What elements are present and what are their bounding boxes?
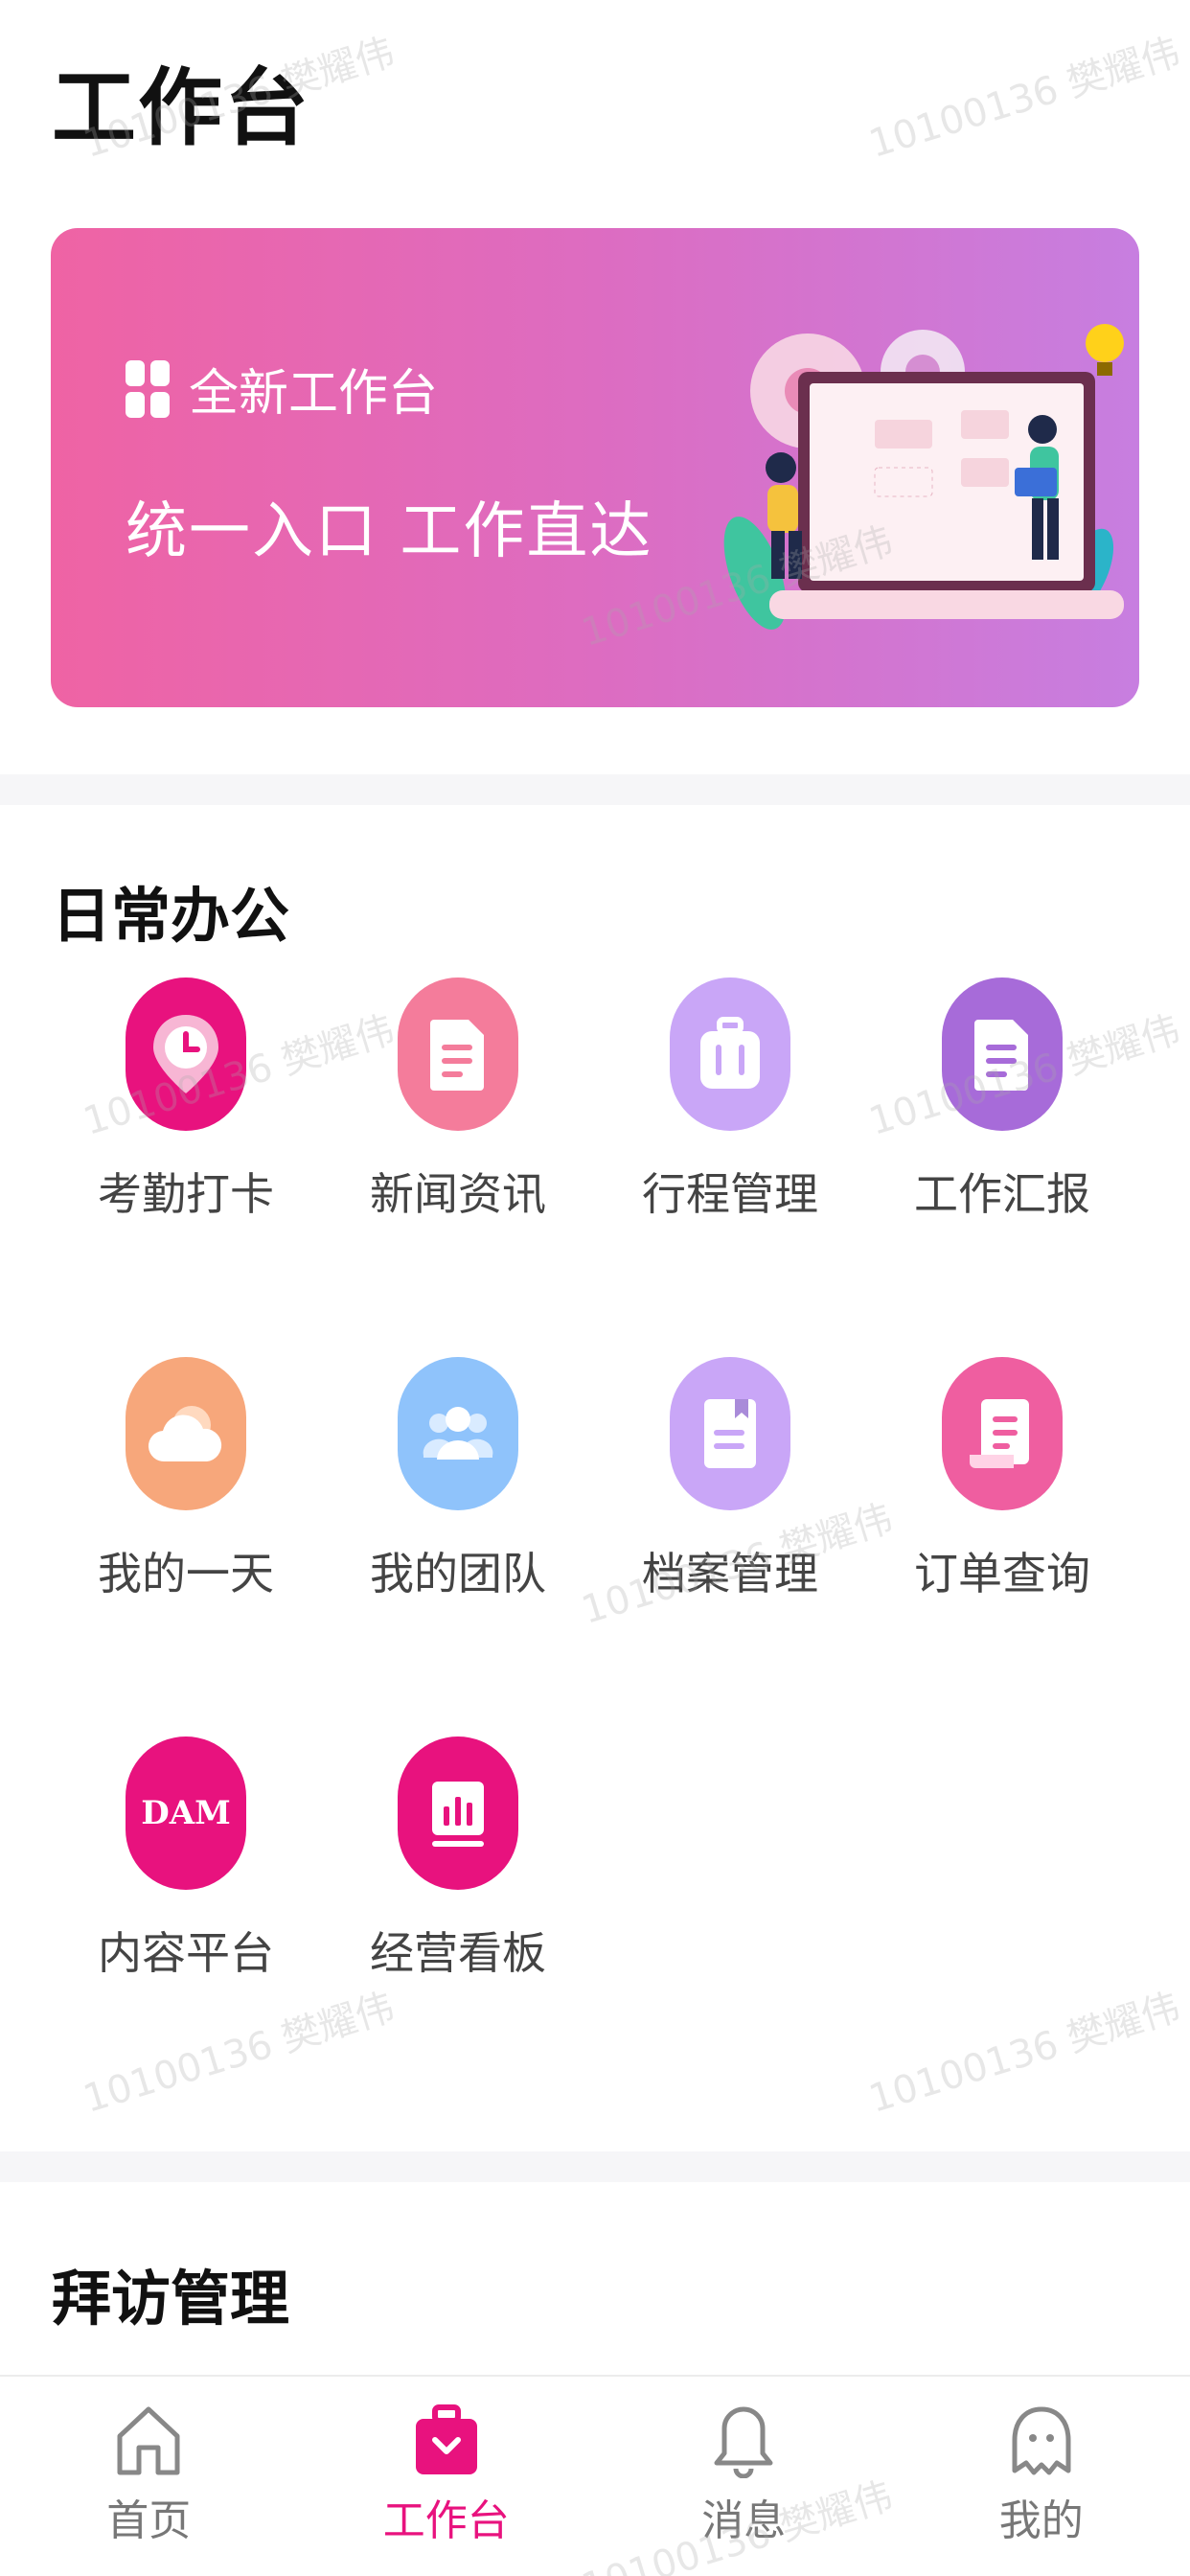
report-icon — [942, 978, 1063, 1131]
app-itinerary[interactable]: 行程管理 — [594, 978, 866, 1294]
bottom-tab-bar: 首页 工作台 消息 我的 — [0, 2375, 1190, 2576]
page-title: 工作台 — [52, 58, 311, 157]
tab-label: 首页 — [106, 2496, 192, 2545]
section-divider — [0, 2151, 1190, 2182]
app-label: 新闻资讯 — [370, 1168, 546, 1220]
weather-icon — [126, 1357, 246, 1510]
app-label: 我的一天 — [98, 1548, 274, 1599]
app-attendance[interactable]: 考勤打卡 — [50, 978, 322, 1294]
workspace-illustration — [723, 324, 1124, 630]
dam-icon-text: DAM — [141, 1794, 231, 1832]
watermark: 10100136 樊耀伟 — [863, 30, 1185, 167]
tab-label: 消息 — [701, 2496, 787, 2545]
app-label: 工作汇报 — [914, 1168, 1090, 1220]
app-label: 内容平台 — [98, 1927, 274, 1979]
section-title-visit: 拜访管理 — [52, 2264, 290, 2334]
watermark: 10100136 樊耀伟 — [863, 1985, 1185, 2122]
briefcase-icon — [415, 2404, 477, 2474]
app-my-team[interactable]: 我的团队 — [322, 1357, 594, 1673]
app-label: 行程管理 — [642, 1168, 818, 1220]
app-my-day[interactable]: 我的一天 — [50, 1357, 322, 1673]
location-clock-icon — [126, 978, 246, 1131]
banner-tag: 全新工作台 — [126, 353, 438, 425]
tab-profile[interactable]: 我的 — [893, 2377, 1190, 2576]
app-business-dashboard[interactable]: 经营看板 — [322, 1736, 594, 2053]
section-divider — [0, 774, 1190, 805]
team-icon — [398, 1357, 518, 1510]
banner-slogan: 统一入口 工作直达 — [126, 496, 653, 567]
bell-icon — [714, 2406, 773, 2478]
app-label: 我的团队 — [370, 1548, 546, 1599]
app-news[interactable]: 新闻资讯 — [322, 978, 594, 1294]
banner-tag-label: 全新工作台 — [189, 365, 439, 423]
tab-label: 工作台 — [382, 2496, 510, 2545]
app-label: 订单查询 — [914, 1548, 1090, 1599]
home-icon — [117, 2406, 180, 2475]
section-title-daily: 日常办公 — [52, 881, 290, 951]
promo-banner[interactable]: 全新工作台 统一入口 工作直达 — [51, 228, 1139, 707]
grid-icon — [126, 359, 170, 418]
dashboard-icon — [398, 1736, 518, 1890]
app-work-report[interactable]: 工作汇报 — [866, 978, 1138, 1294]
app-label: 档案管理 — [642, 1548, 818, 1599]
document-icon — [398, 978, 518, 1131]
app-label: 经营看板 — [370, 1927, 546, 1979]
tab-label: 我的 — [998, 2496, 1084, 2545]
luggage-icon — [670, 978, 790, 1131]
app-archive[interactable]: 档案管理 — [594, 1357, 866, 1673]
app-order-query[interactable]: 订单查询 — [866, 1357, 1138, 1673]
tab-messages[interactable]: 消息 — [595, 2377, 893, 2576]
tab-home[interactable]: 首页 — [0, 2377, 298, 2576]
tab-workbench[interactable]: 工作台 — [298, 2377, 596, 2576]
profile-icon — [1012, 2406, 1071, 2475]
dam-icon: DAM — [126, 1736, 246, 1890]
scroll-icon — [942, 1357, 1063, 1510]
app-label: 考勤打卡 — [98, 1168, 274, 1220]
archive-icon — [670, 1357, 790, 1510]
app-content-platform[interactable]: DAM 内容平台 — [50, 1736, 322, 2053]
